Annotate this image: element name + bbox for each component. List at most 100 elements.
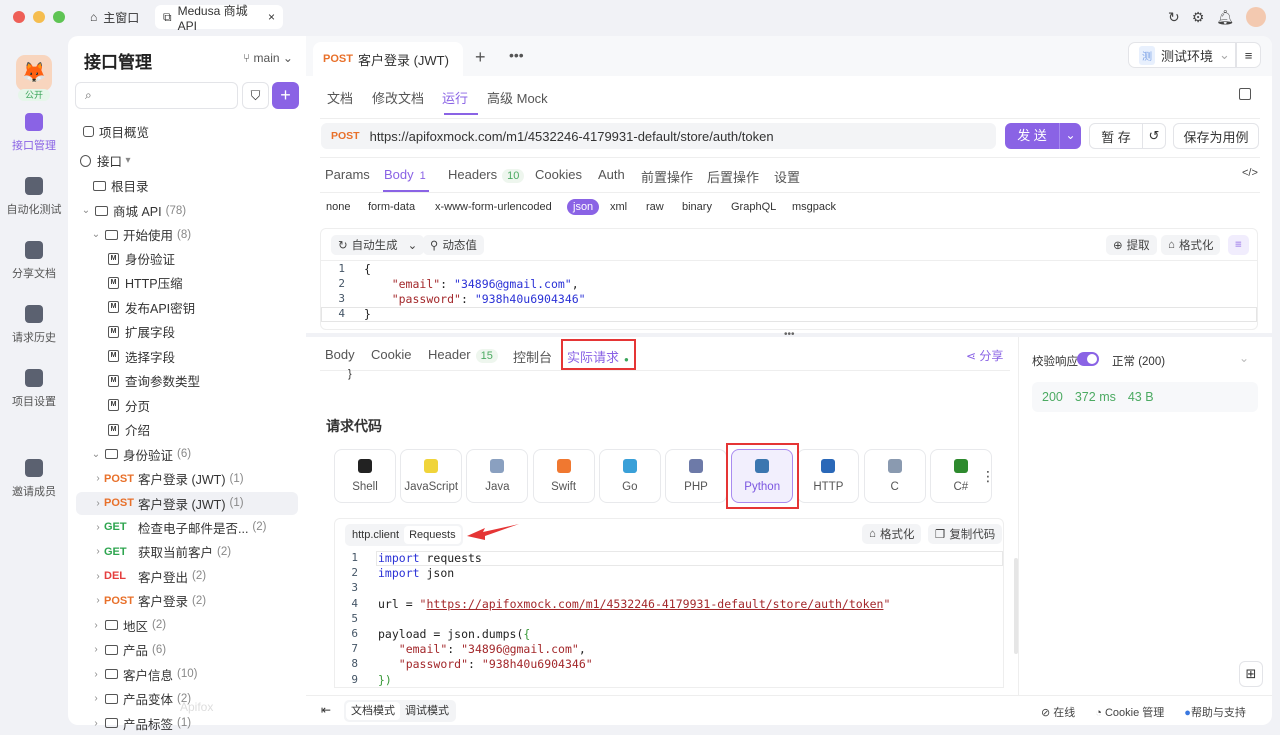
tree-item[interactable]: › DEL 客户登出 (2) [76, 565, 298, 588]
chevron-icon[interactable]: ⌄ [80, 205, 92, 216]
close-window-button[interactable] [13, 11, 25, 23]
param-tab-6[interactable]: 后置操作 [707, 167, 759, 186]
chevron-icon[interactable]: › [90, 669, 102, 680]
chevron-icon[interactable]: ⌄ [90, 449, 102, 460]
body-type-xml[interactable]: xml [610, 201, 627, 213]
body-type-msgpack[interactable]: msgpack [792, 201, 836, 213]
chevron-icon[interactable]: › [90, 718, 102, 729]
send-dropdown-icon[interactable]: ⌄ [1059, 123, 1081, 149]
language-http[interactable]: HTTP [797, 449, 860, 503]
tree-item[interactable]: M 介绍 [76, 418, 298, 441]
editor-tab[interactable]: POST 客户登录 (JWT) [313, 42, 463, 76]
help-button[interactable]: ●帮助与支持 [1184, 704, 1246, 720]
chevron-icon[interactable]: › [92, 522, 104, 533]
url-input[interactable]: POST https://apifoxmock.com/m1/4532246-41… [321, 123, 996, 149]
lib-tab-0[interactable]: http.client [347, 526, 404, 544]
lib-tab-1[interactable]: Requests [404, 526, 461, 544]
tree-item[interactable]: M HTTP压缩 [76, 271, 298, 294]
menu-button[interactable]: ≡ [1236, 42, 1261, 68]
online-status[interactable]: ⊘ 在线 [1041, 704, 1075, 720]
auto-generate-button[interactable]: ↻ 自动生成 ⌄ [331, 235, 425, 255]
rail-item-5[interactable]: 邀请成员 [0, 459, 68, 499]
chevron-icon[interactable]: › [92, 473, 104, 484]
more-tabs-button[interactable]: ••• [509, 47, 524, 63]
chevron-down-icon[interactable]: ⌄ [1239, 351, 1249, 365]
mode-1[interactable]: 调试模式 [400, 702, 454, 720]
tree-item[interactable]: › POST 客户登录 (2) [76, 589, 298, 612]
rail-item-1[interactable]: 自动化测试 [0, 177, 68, 217]
tree-item[interactable]: › POST 客户登录 (JWT) (1) [76, 491, 298, 515]
chevron-icon[interactable]: ⌄ [90, 229, 102, 240]
rail-item-3[interactable]: 请求历史 [0, 305, 68, 345]
tree-item[interactable]: ⌄ 开始使用 (8) [76, 223, 298, 246]
subtab-2[interactable]: 运行 [442, 88, 468, 107]
save-temp-button[interactable]: 暂 存 [1089, 123, 1143, 149]
tree-item[interactable]: 根目录 [76, 174, 298, 197]
language-php[interactable]: PHP [665, 449, 727, 503]
tree-item[interactable]: › GET 检查电子邮件是否... (2) [76, 516, 298, 539]
collapse-sidebar-icon[interactable]: ⇤ [321, 703, 331, 717]
param-tab-5[interactable]: 前置操作 [641, 167, 693, 186]
tree-item[interactable]: ⌄ 商城 API (78) [76, 199, 298, 222]
home-tab[interactable]: ⌂ 主窗口 [82, 5, 147, 29]
body-type-json[interactable]: json [567, 199, 600, 215]
filter-button[interactable]: ⛉ [242, 82, 269, 109]
response-tab-0[interactable]: Body [325, 347, 355, 362]
param-tab-1[interactable]: Body 1 [384, 167, 426, 182]
subtab-0[interactable]: 文档 [327, 88, 353, 107]
tree-item[interactable]: M 选择字段 [76, 345, 298, 368]
language-javascript[interactable]: JavaScript [400, 449, 463, 503]
tree-item[interactable]: › 客户信息 (10) [76, 663, 298, 686]
body-type-binary[interactable]: binary [682, 201, 712, 213]
tree-item[interactable]: 项目概览 [76, 120, 298, 143]
tree-item[interactable]: M 发布API密钥 [76, 296, 298, 319]
more-languages-button[interactable]: ⋮ [981, 468, 995, 485]
language-go[interactable]: Go [598, 449, 661, 503]
refresh-icon[interactable]: ↻ [1168, 9, 1180, 26]
panel-toggle-icon[interactable] [1239, 88, 1251, 100]
tree-item[interactable]: › 产品 (6) [76, 638, 298, 661]
language-shell[interactable]: Shell [334, 449, 396, 503]
minimize-window-button[interactable] [33, 11, 45, 23]
resize-handle[interactable]: ••• [784, 329, 795, 340]
chevron-icon[interactable]: › [90, 693, 102, 704]
environment-selector[interactable]: 测测试环境 ⌄ [1128, 42, 1236, 68]
save-case-button[interactable]: 保存为用例 [1173, 123, 1259, 149]
param-tab-7[interactable]: 设置 [774, 167, 800, 186]
param-tab-2[interactable]: Headers 10 [448, 167, 525, 183]
language-swift[interactable]: Swift [532, 449, 595, 503]
rail-item-0[interactable]: 接口管理 [0, 113, 68, 153]
mode-0[interactable]: 文档模式 [346, 702, 400, 720]
param-tab-0[interactable]: Params [325, 167, 370, 182]
chevron-icon[interactable]: › [92, 571, 104, 582]
chevron-icon[interactable]: › [90, 644, 102, 655]
body-type-GraphQL[interactable]: GraphQL [731, 201, 776, 213]
format-button[interactable]: ⌂ 格式化 [1161, 235, 1221, 255]
tree-item[interactable]: 接口 ▾ [76, 149, 298, 172]
search-input[interactable]: ⌕ [75, 82, 238, 109]
body-type-x-www-form-urlencoded[interactable]: x-www-form-urlencoded [435, 201, 552, 213]
bell-icon[interactable]: 🔔︎ [1216, 9, 1234, 26]
tree-item[interactable]: M 身份验证 [76, 247, 298, 270]
gear-icon[interactable]: ⚙ [1192, 9, 1205, 26]
rail-item-2[interactable]: 分享文档 [0, 241, 68, 281]
tree-item[interactable]: M 分页 [76, 394, 298, 417]
validate-toggle[interactable] [1077, 352, 1099, 366]
tree-item[interactable]: › 产品标签 (1) [76, 712, 298, 735]
avatar[interactable] [1246, 7, 1266, 27]
project-tab[interactable]: ⧉ Medusa 商城 API × [155, 4, 283, 33]
chevron-icon[interactable]: › [90, 620, 102, 631]
maximize-window-button[interactable] [53, 11, 65, 23]
send-button[interactable]: 发 送 ⌄ [1005, 123, 1081, 149]
tree-item[interactable]: › POST 客户登录 (JWT) (1) [76, 467, 298, 490]
response-tab-2[interactable]: Header 15 [428, 347, 498, 363]
extract-button[interactable]: ⊕ 提取 [1106, 235, 1157, 255]
tree-item[interactable]: M 扩展字段 [76, 320, 298, 343]
response-tab-1[interactable]: Cookie [371, 347, 411, 362]
wrap-button[interactable]: ≡ [1228, 235, 1249, 255]
dynamic-value-button[interactable]: ⚲ 动态值 [423, 235, 484, 255]
body-type-raw[interactable]: raw [646, 201, 664, 213]
body-type-none[interactable]: none [326, 201, 350, 213]
cookie-manager-button[interactable]: ◔ Cookie 管理 [1095, 704, 1164, 720]
new-tab-button[interactable]: + [475, 47, 486, 68]
